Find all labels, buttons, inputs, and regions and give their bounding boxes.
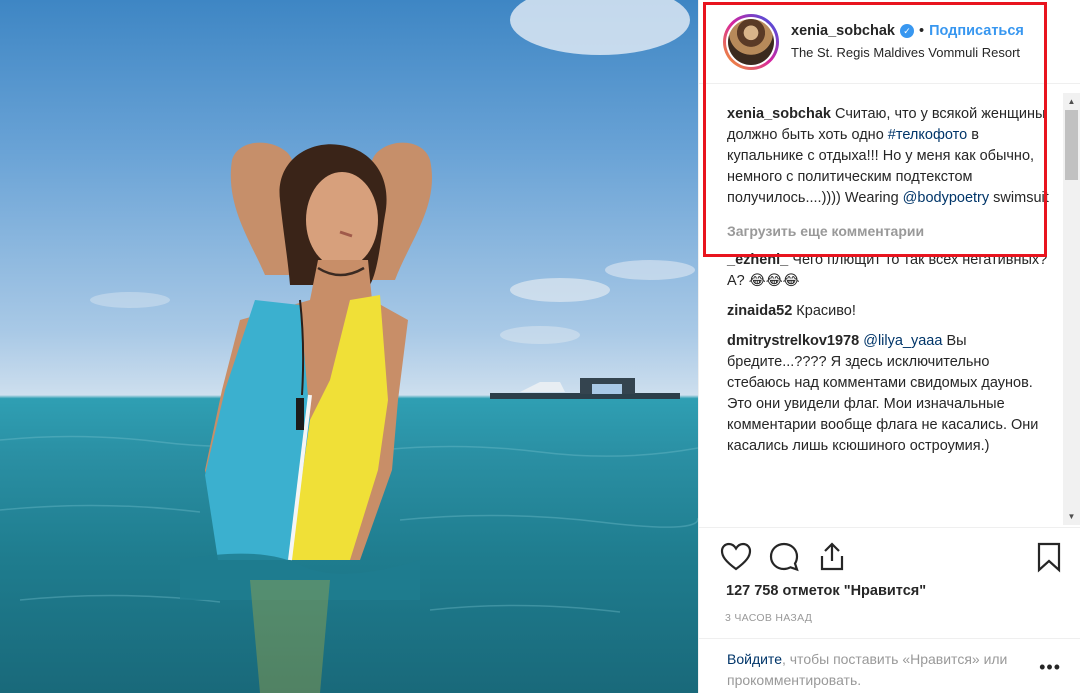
login-prompt: Войдите, чтобы поставить «Нравится» или …	[699, 638, 1080, 693]
post-caption: xenia_sobchak Считаю, что у всякой женщи…	[727, 104, 1055, 209]
author-username[interactable]: xenia_sobchak	[791, 23, 895, 39]
scroll-down-arrow-icon[interactable]: ▼	[1063, 508, 1080, 525]
comments-scrollbar[interactable]: ▲ ▼	[1063, 93, 1080, 525]
comment-text: Вы бредите...???? Я здесь исключительно …	[727, 333, 1039, 454]
likes-count[interactable]: 127 758 отметок "Нравится"	[726, 583, 926, 599]
comments-list[interactable]: xenia_sobchak Считаю, что у всякой женщи…	[699, 85, 1063, 527]
post-photo-illustration	[0, 0, 698, 693]
post-photo[interactable]	[0, 0, 698, 693]
comment-mention[interactable]: @lilya_yaaa	[863, 333, 942, 349]
follow-button[interactable]: Подписаться	[929, 23, 1024, 39]
caption-mention[interactable]: @bodypoetry	[903, 190, 989, 206]
post-timestamp[interactable]: 3 ЧАСОВ НАЗАД	[725, 612, 812, 624]
scrollbar-thumb[interactable]	[1065, 110, 1078, 180]
share-icon[interactable]	[815, 540, 849, 574]
separator-dot: •	[918, 23, 925, 39]
scroll-up-arrow-icon[interactable]: ▲	[1063, 93, 1080, 110]
comment-username[interactable]: dmitrystrelkov1978	[727, 333, 859, 349]
avatar-image	[728, 18, 774, 65]
comment-bubble-icon[interactable]	[767, 540, 801, 574]
more-options-icon[interactable]: •••	[1039, 657, 1061, 678]
bookmark-icon[interactable]	[1032, 540, 1066, 574]
post-details-panel: xenia_sobchak ✓ • Подписаться The St. Re…	[698, 0, 1080, 693]
load-more-comments-button[interactable]: Загрузить еще комментарии	[727, 221, 1055, 242]
comment-text: Красиво!	[792, 303, 856, 319]
login-link[interactable]: Войдите	[727, 651, 782, 667]
comment-item: dmitrystrelkov1978 @lilya_yaaa Вы бредит…	[727, 331, 1055, 457]
caption-hashtag[interactable]: #телкофото	[888, 127, 967, 143]
like-heart-icon[interactable]	[719, 540, 753, 574]
comment-item: zinaida52 Красиво!	[727, 301, 1055, 322]
post-header: xenia_sobchak ✓ • Подписаться The St. Re…	[699, 0, 1080, 84]
avatar[interactable]	[723, 13, 779, 70]
caption-username[interactable]: xenia_sobchak	[727, 106, 831, 122]
post-location[interactable]: The St. Regis Maldives Vommuli Resort	[791, 45, 1024, 60]
comment-item: _ezheni_ Чего плющит то так всех негатив…	[727, 250, 1055, 292]
comment-username[interactable]: zinaida52	[727, 303, 792, 319]
comment-username[interactable]: _ezheni_	[727, 252, 788, 268]
post-actions-bar	[699, 527, 1080, 585]
caption-text-3: swimsuit	[989, 190, 1049, 206]
verified-badge-icon: ✓	[899, 24, 914, 38]
